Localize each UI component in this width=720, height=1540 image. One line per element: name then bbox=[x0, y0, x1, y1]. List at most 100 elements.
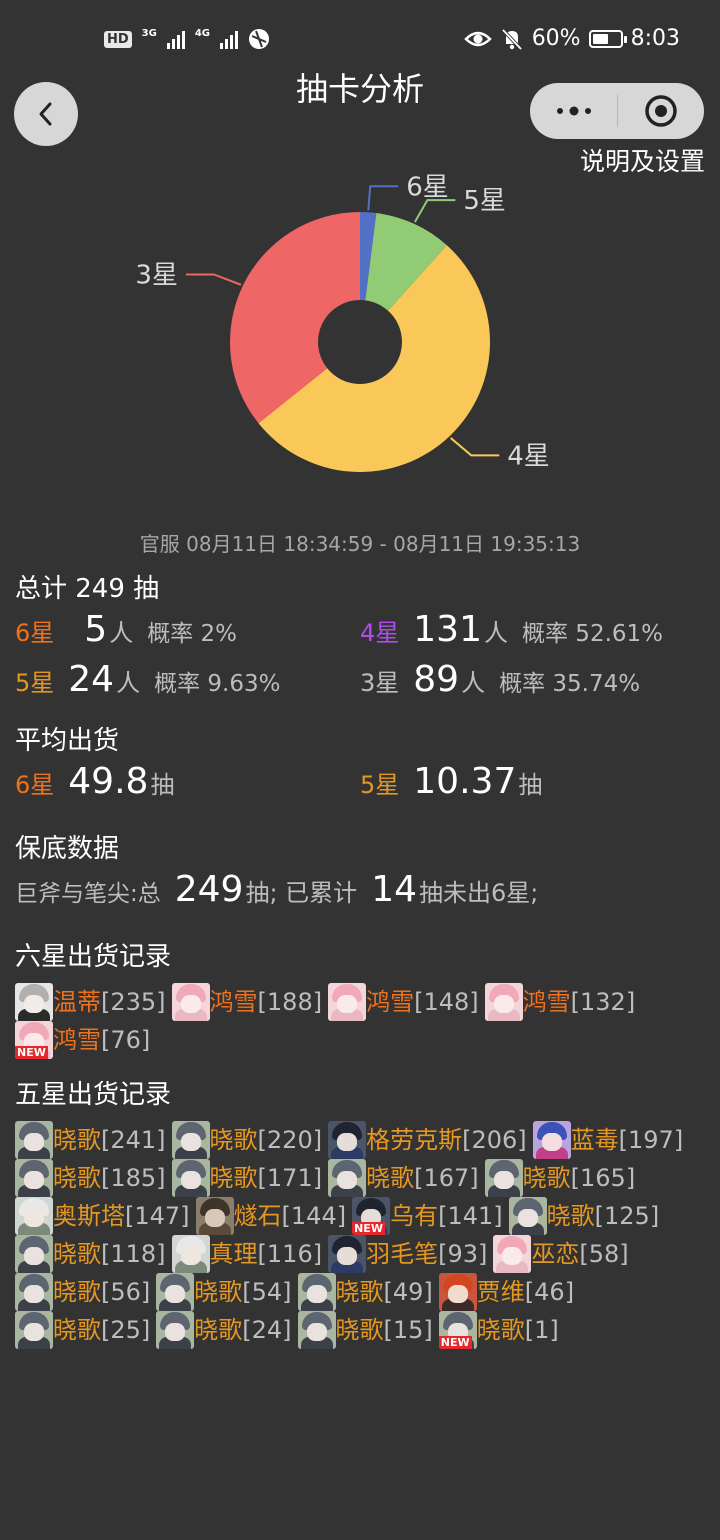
pull-count: [15] bbox=[383, 1316, 433, 1344]
operator-avatar bbox=[297, 1311, 336, 1349]
pull-count: [148] bbox=[414, 988, 479, 1016]
stat-star-label: 5星 bbox=[15, 669, 55, 697]
pie-label: 5星 bbox=[463, 186, 506, 216]
operator-name: 格劳克斯 bbox=[366, 1126, 463, 1154]
record-item: 贾维 [46] bbox=[438, 1273, 574, 1311]
operator-avatar bbox=[195, 1197, 234, 1235]
pie-label: 4星 bbox=[507, 441, 550, 471]
operator-avatar bbox=[15, 983, 53, 1021]
operator-avatar bbox=[171, 1121, 210, 1159]
operator-avatar bbox=[438, 1273, 477, 1311]
record-item: 奥斯塔 [147] bbox=[15, 1197, 190, 1235]
record-item: 晓歌 [49] bbox=[297, 1273, 433, 1311]
target-icon bbox=[645, 95, 677, 127]
record-item: 晓歌 [56] bbox=[15, 1273, 150, 1311]
stat-6star: 6星 5 人 概率 2% bbox=[15, 609, 360, 650]
operator-avatar bbox=[328, 1159, 367, 1197]
stats-row: 5星 24 人 概率 9.63% 3星 89 人 概率 35.74% bbox=[15, 659, 705, 709]
hd-badge: HD bbox=[104, 30, 132, 48]
operator-name: 晓歌 bbox=[209, 1164, 258, 1192]
pull-count: [58] bbox=[579, 1240, 629, 1268]
record-item: NEW 乌有 [141] bbox=[352, 1197, 503, 1235]
operator-name: 奥斯塔 bbox=[53, 1202, 125, 1230]
pull-count: [118] bbox=[101, 1240, 166, 1268]
pie-leader-line bbox=[185, 273, 242, 286]
stat-5star: 5星 24 人 概率 9.63% bbox=[15, 659, 360, 700]
pull-count: [206] bbox=[462, 1126, 527, 1154]
average-star-label: 5星 bbox=[360, 771, 400, 799]
operator-name: 真理 bbox=[209, 1240, 258, 1268]
operator-avatar bbox=[156, 1273, 195, 1311]
globe-icon bbox=[249, 29, 270, 49]
signal-bars-icon bbox=[166, 29, 185, 49]
operator-avatar bbox=[15, 1121, 53, 1159]
record-item: 鸿雪 [148] bbox=[328, 983, 479, 1021]
eye-icon bbox=[463, 31, 492, 46]
network-4g-label: 4G bbox=[194, 27, 211, 39]
stat-rate: 概率 35.74% bbox=[499, 671, 641, 697]
record-item: 晓歌 [15] bbox=[297, 1311, 433, 1349]
close-mini-program-button[interactable] bbox=[618, 83, 704, 139]
pull-count: [220] bbox=[257, 1126, 323, 1154]
five-star-records-title: 五星出货记录 bbox=[15, 1080, 172, 1110]
stat-rate: 概率 9.63% bbox=[154, 671, 281, 697]
operator-avatar bbox=[15, 1311, 53, 1349]
stat-count: 5 bbox=[84, 609, 108, 650]
pull-count: [1] bbox=[524, 1316, 559, 1344]
operator-avatar bbox=[328, 1121, 367, 1159]
pity-mid-text: 抽; 已累计 bbox=[245, 879, 358, 907]
pull-count: [147] bbox=[125, 1202, 190, 1230]
more-button[interactable] bbox=[530, 83, 617, 139]
signal-group: HD 3G 4G bbox=[104, 28, 270, 50]
pull-count: [125] bbox=[594, 1202, 660, 1230]
pie-label: 6星 bbox=[406, 172, 449, 202]
mute-bell-icon bbox=[501, 28, 522, 50]
stat-4star: 4星 131 人 概率 52.61% bbox=[360, 609, 705, 650]
stat-3star: 3星 89 人 概率 35.74% bbox=[360, 659, 705, 700]
operator-avatar bbox=[156, 1311, 195, 1349]
average-value: 49.8 bbox=[68, 761, 149, 802]
stat-unit: 人 bbox=[484, 619, 508, 647]
signal-bars-icon bbox=[220, 29, 239, 49]
operator-name: 温蒂 bbox=[53, 988, 101, 1016]
pull-count: [241] bbox=[101, 1126, 166, 1154]
network-3g-label: 3G bbox=[141, 27, 157, 39]
operator-name: 巫恋 bbox=[531, 1240, 580, 1268]
stat-rate: 概率 2% bbox=[147, 621, 237, 647]
pie-chart: 6星 5星 4星 3星 bbox=[135, 172, 550, 473]
pull-count: [185] bbox=[101, 1164, 166, 1192]
operator-name: 乌有 bbox=[390, 1202, 439, 1230]
operator-name: 晓歌 bbox=[53, 1164, 101, 1192]
time-range: 官服 08月11日 18:34:59 - 08月11日 19:35:13 bbox=[139, 532, 581, 556]
record-item: 鸿雪 [188] bbox=[171, 983, 323, 1021]
operator-name: 鸿雪 bbox=[366, 988, 415, 1016]
pull-count: [235] bbox=[101, 988, 166, 1016]
five-star-records: 晓歌 [241] 晓歌 [220] 格劳克斯 [206] 蓝毒 [197] 晓歌 [185] 晓歌[… bbox=[15, 1121, 705, 1349]
average-6star: 6星 49.8 抽 bbox=[15, 761, 360, 802]
stat-count: 131 bbox=[413, 609, 482, 650]
pull-count: [165] bbox=[570, 1164, 636, 1192]
battery-percent: 60% bbox=[531, 26, 581, 51]
stat-unit: 人 bbox=[116, 669, 141, 697]
operator-avatar bbox=[532, 1121, 571, 1159]
pull-count: [54] bbox=[242, 1278, 292, 1306]
operator-avatar bbox=[297, 1273, 336, 1311]
record-item: 晓歌 [165] bbox=[484, 1159, 636, 1197]
average-5star: 5星 10.37 抽 bbox=[360, 761, 705, 802]
pie-leader-line bbox=[367, 185, 399, 211]
pull-count: [25] bbox=[101, 1316, 151, 1344]
record-item: 晓歌 [220] bbox=[171, 1121, 323, 1159]
record-item: 羽毛笔 [93] bbox=[328, 1235, 487, 1273]
pull-count: [188] bbox=[257, 988, 323, 1016]
record-item: 晓歌 [167] bbox=[328, 1159, 479, 1197]
operator-avatar bbox=[15, 1273, 53, 1311]
operator-avatar: NEW bbox=[438, 1311, 477, 1349]
operator-name: 鸿雪 bbox=[522, 988, 571, 1016]
record-item: 真理 [116] bbox=[171, 1235, 322, 1273]
mini-program-capsule bbox=[530, 83, 704, 139]
record-item: 晓歌 [241] bbox=[15, 1121, 166, 1159]
operator-name: 晓歌 bbox=[335, 1278, 384, 1306]
operator-name: 晓歌 bbox=[366, 1164, 415, 1192]
six-star-records: 温蒂 [235] 鸿雪 [188] 鸿雪 [148] 鸿雪 [132] NEW 鸿雪 [76] bbox=[15, 983, 705, 1059]
record-item: 燧石 [144] bbox=[195, 1197, 346, 1235]
